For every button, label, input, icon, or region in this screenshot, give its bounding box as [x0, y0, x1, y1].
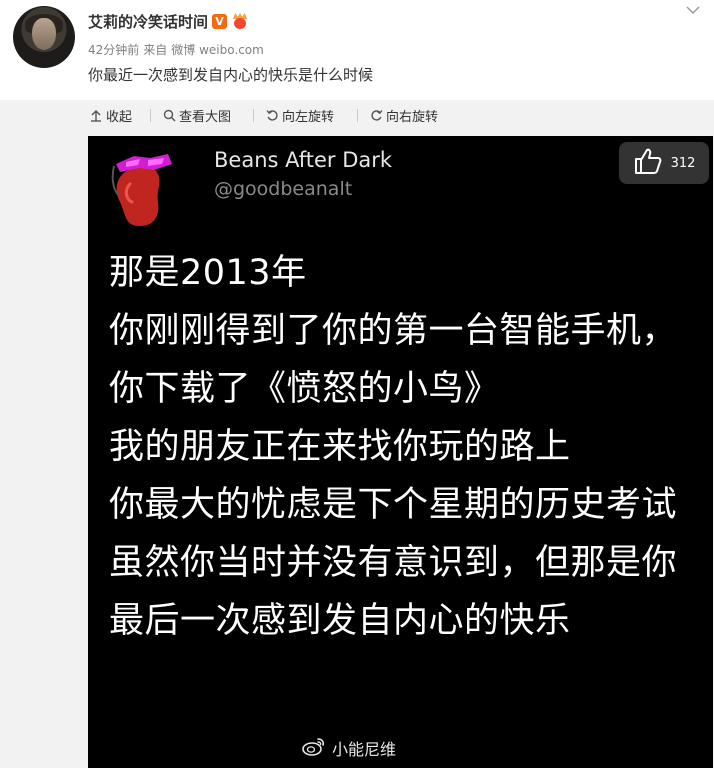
tweet-line: 你下载了《愤怒的小鸟》 [109, 369, 500, 409]
rotate-left-button[interactable]: 向左旋转 [265, 106, 334, 125]
tweet-line: 你最大的忧虑是下个星期的历史考试 [109, 485, 678, 525]
view-large-button[interactable]: 查看大图 [162, 106, 231, 125]
thumbs-up-icon [633, 146, 663, 180]
tweet-line: 虽然你当时并没有意识到，但那是你 [109, 543, 678, 583]
like-count: 312 [670, 155, 696, 171]
rotate-right-label: 向右旋转 [386, 110, 439, 125]
verified-badge-icon: V [212, 13, 228, 29]
search-icon [162, 109, 176, 123]
chevron-down-icon[interactable] [686, 4, 700, 19]
author-row: 艾莉的冷笑话时间 V [88, 10, 249, 32]
tweet-line: 你刚刚得到了你的第一台智能手机， [109, 311, 678, 351]
like-button[interactable]: 312 [619, 142, 709, 184]
image-toolbar: 收起 查看大图 向左旋转 向右旋转 [0, 100, 714, 131]
tweet-author-handle: @goodbeanalt [214, 178, 353, 200]
weibo-logo-icon [302, 736, 326, 760]
tweet-line: 我的朋友正在来找你玩的路上 [109, 427, 571, 467]
weibo-watermark: 小能尼维 [302, 736, 396, 760]
post-source[interactable]: 微博 weibo.com [171, 41, 264, 58]
collapse-label: 收起 [106, 110, 133, 125]
tweet-body: 那是2013年 你刚刚得到了你的第一台智能手机， 你下载了《愤怒的小鸟》 我的朋… [109, 244, 677, 650]
tweet-line: 那是2013年 [109, 253, 307, 293]
rotate-left-label: 向左旋转 [282, 110, 335, 125]
toolbar-divider [357, 109, 358, 122]
tweet-author-name: Beans After Dark [214, 148, 393, 172]
bean-avatar-icon [111, 154, 172, 226]
author-name[interactable]: 艾莉的冷笑话时间 [88, 11, 208, 32]
post-image[interactable]: Beans After Dark @goodbeanalt 312 那是2013… [88, 136, 713, 768]
source-prefix: 来自 [143, 43, 168, 57]
view-large-label: 查看大图 [179, 110, 232, 125]
author-avatar[interactable] [13, 6, 75, 68]
toolbar-divider [253, 109, 254, 122]
rotate-right-icon [369, 109, 383, 123]
watermark-text: 小能尼维 [332, 740, 397, 759]
post-header: 艾莉的冷笑话时间 V 42分钟前 来自 微博 weibo.com 你最近一次感到… [0, 0, 714, 100]
tweet-line: 最后一次感到发自内心的快乐 [109, 601, 571, 641]
vip-icon [231, 13, 249, 29]
post-meta: 42分钟前 来自 微博 weibo.com [88, 41, 264, 58]
post-text: 你最近一次感到发自内心的快乐是什么时候 [88, 66, 374, 84]
rotate-left-icon [265, 109, 279, 123]
rotate-right-button[interactable]: 向右旋转 [369, 106, 438, 125]
post-time[interactable]: 42分钟前 [88, 41, 139, 58]
collapse-arrow-icon [89, 109, 103, 123]
avatar-face [32, 18, 56, 50]
collapse-button[interactable]: 收起 [89, 106, 132, 125]
toolbar-divider [150, 109, 151, 122]
